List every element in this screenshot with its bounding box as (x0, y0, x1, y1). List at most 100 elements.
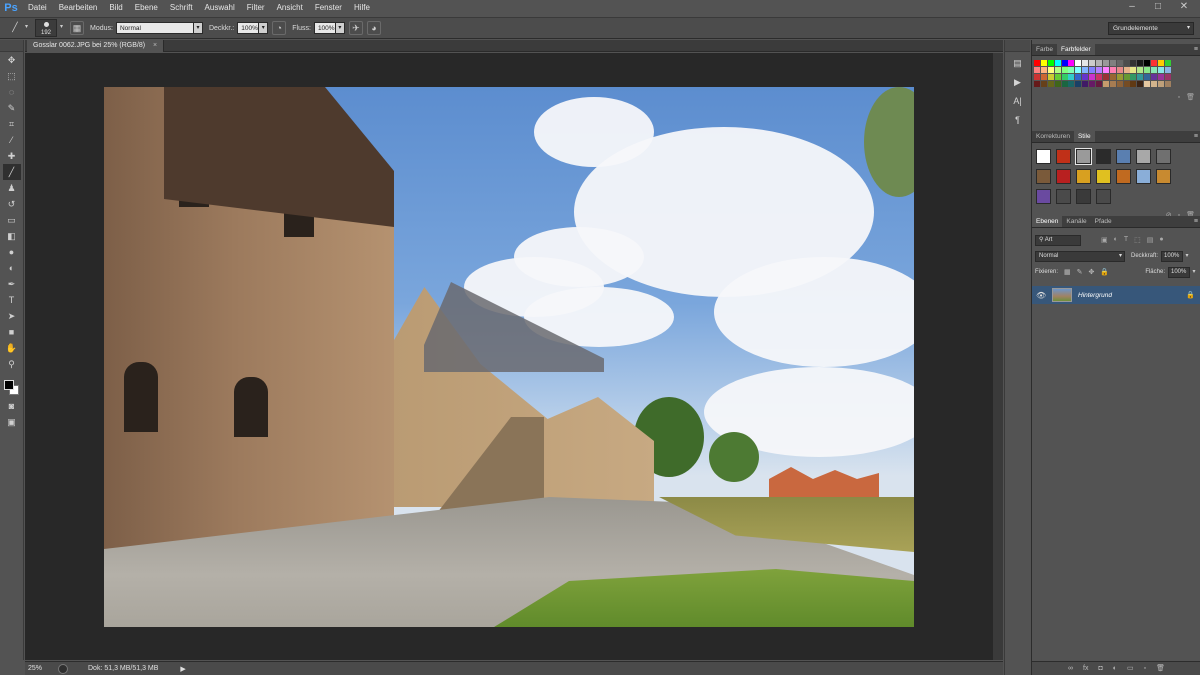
fill-input[interactable]: 100% (1168, 266, 1190, 278)
style-empty-3[interactable] (1096, 189, 1111, 204)
color-swatch[interactable] (1089, 73, 1096, 80)
brush-tool-icon[interactable]: ╱ (2, 164, 21, 180)
status-menu-arrow-icon[interactable]: ▶ (180, 665, 185, 673)
clone-stamp-tool-icon[interactable]: ♟ (3, 180, 21, 196)
tab-kanäle[interactable]: Kanäle (1062, 216, 1090, 227)
shape-tool-icon[interactable]: ■ (3, 324, 21, 340)
color-swatch[interactable] (1116, 60, 1123, 66)
color-swatch[interactable] (1116, 66, 1123, 73)
color-swatch[interactable] (1144, 60, 1151, 66)
color-swatch[interactable] (1137, 60, 1144, 66)
tab-ebenen[interactable]: Ebenen (1032, 216, 1063, 227)
menu-item-fenster[interactable]: Fenster (309, 0, 348, 16)
color-swatch[interactable] (1144, 66, 1151, 73)
tools-panel-header[interactable] (0, 40, 23, 52)
color-swatch[interactable] (1123, 80, 1130, 87)
pen-tool-icon[interactable]: ✒ (3, 276, 21, 292)
tab-farbfelder[interactable]: Farbfelder (1056, 44, 1095, 55)
color-swatch[interactable] (1158, 60, 1165, 66)
shape-filter-icon[interactable]: ⬚ (1134, 236, 1141, 244)
maximize-button[interactable]: □ (1146, 0, 1170, 14)
color-swatch[interactable] (1034, 60, 1040, 66)
new-group-icon[interactable]: ▭ (1127, 662, 1134, 675)
style-sunset[interactable] (1156, 169, 1171, 184)
color-swatch[interactable] (1034, 66, 1040, 73)
healing-brush-tool-icon[interactable]: ✚ (3, 148, 21, 164)
tab-pfade[interactable]: Pfade (1091, 216, 1116, 227)
color-swatch[interactable] (1047, 73, 1054, 80)
color-swatch[interactable] (1082, 66, 1089, 73)
color-swatch[interactable] (1061, 80, 1068, 87)
hand-tool-icon[interactable]: ✋ (3, 340, 21, 356)
color-swatch[interactable] (1102, 80, 1109, 87)
dodge-tool-icon[interactable]: ◐ (3, 260, 21, 276)
color-swatch[interactable] (1054, 80, 1061, 87)
menu-item-auswahl[interactable]: Auswahl (199, 0, 241, 16)
color-swatch[interactable] (1158, 80, 1165, 87)
lock-pixels-icon[interactable]: ✎ (1077, 268, 1083, 276)
color-swatch[interactable] (1102, 60, 1109, 66)
color-swatch[interactable] (1096, 80, 1103, 87)
color-swatch[interactable] (1109, 80, 1116, 87)
opacity-input[interactable]: 100% (237, 22, 260, 34)
color-swatch[interactable] (1137, 66, 1144, 73)
document-canvas-image[interactable] (104, 87, 914, 627)
actions-panel-icon[interactable]: ▶ (1008, 74, 1028, 90)
brush-size-picker[interactable]: 192 (35, 19, 57, 37)
lock-transparency-icon[interactable]: ▦ (1064, 268, 1071, 276)
color-swatch[interactable] (1123, 60, 1130, 66)
status-info-icon[interactable] (58, 663, 68, 674)
color-swatch[interactable] (1164, 66, 1171, 73)
color-swatch[interactable] (1130, 80, 1137, 87)
color-swatch[interactable] (1075, 66, 1082, 73)
brush-panel-toggle-icon[interactable]: ▦ (70, 21, 84, 35)
color-swatch[interactable] (1164, 73, 1171, 80)
color-swatch[interactable] (1109, 66, 1116, 73)
zoom-level[interactable]: 25% (25, 665, 55, 672)
fill-dropdown[interactable]: ▾ (1190, 267, 1198, 278)
color-swatch[interactable] (1075, 80, 1082, 87)
mode-select[interactable]: Normal (115, 22, 194, 34)
color-swatch[interactable] (1082, 73, 1089, 80)
blend-mode-select[interactable]: Normal ▾ (1035, 250, 1125, 262)
dock-header[interactable] (1005, 40, 1030, 52)
style-none[interactable] (1036, 149, 1051, 164)
color-swatch[interactable] (1034, 80, 1040, 87)
color-swatch[interactable] (1075, 60, 1082, 66)
color-swatch[interactable] (1144, 80, 1151, 87)
color-swatch[interactable] (1061, 66, 1068, 73)
panel-menu-icon[interactable]: ≡ (1194, 44, 1198, 56)
color-swatch[interactable] (1096, 66, 1103, 73)
delete-swatch-icon[interactable]: 🗑 (1186, 93, 1195, 103)
layer-opacity-input[interactable]: 100% (1161, 250, 1184, 262)
foreground-color-swatch[interactable] (4, 380, 14, 390)
color-swatch[interactable] (1123, 73, 1130, 80)
move-tool-icon[interactable]: ✥ (3, 52, 21, 68)
close-tab-icon[interactable]: × (153, 42, 157, 49)
new-swatch-icon[interactable]: ▫ (1178, 93, 1180, 103)
filter-toggle-icon[interactable]: ● (1159, 236, 1163, 244)
pressure-size-icon[interactable]: ◕ (366, 21, 381, 35)
pressure-opacity-icon[interactable]: ◔ (272, 21, 287, 35)
tab-stile[interactable]: Stile (1073, 131, 1095, 142)
eyedropper-tool-icon[interactable]: ⁄ (3, 132, 21, 148)
color-swatch[interactable] (1068, 60, 1075, 66)
color-swatch[interactable] (1116, 80, 1123, 87)
eraser-tool-icon[interactable]: ▭ (3, 212, 21, 228)
flow-input[interactable]: 100% (313, 22, 336, 34)
color-swatch[interactable] (1144, 73, 1151, 80)
menu-item-bild[interactable]: Bild (103, 0, 128, 16)
color-swatch[interactable] (1068, 66, 1075, 73)
color-swatch[interactable] (1158, 66, 1165, 73)
color-swatch[interactable] (1040, 66, 1047, 73)
menu-item-hilfe[interactable]: Hilfe (348, 0, 376, 16)
tab-farbe[interactable]: Farbe (1032, 44, 1057, 55)
link-layers-icon[interactable]: ∞ (1068, 662, 1073, 675)
menu-item-ebene[interactable]: Ebene (129, 0, 164, 16)
color-swatch[interactable] (1075, 73, 1082, 80)
color-swatch[interactable] (1151, 60, 1158, 66)
color-swatch[interactable] (1089, 80, 1096, 87)
menu-item-datei[interactable]: Datei (22, 0, 53, 16)
brush-picker-dropdown[interactable]: ▾ (57, 22, 66, 34)
layer-style-icon[interactable]: fx (1083, 662, 1088, 675)
